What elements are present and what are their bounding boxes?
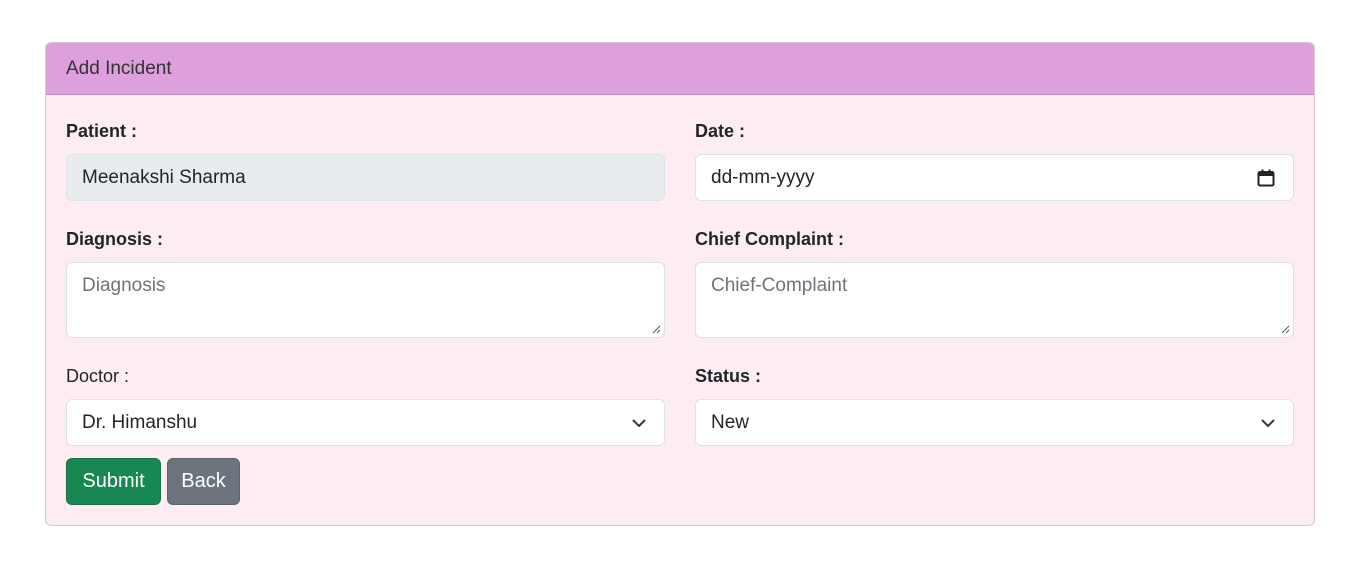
chevron-down-icon [632,419,646,427]
chevron-down-icon [1261,419,1275,427]
diagnosis-textarea[interactable]: Diagnosis [66,262,665,338]
status-label: Status : [695,366,762,386]
card-title: Add Incident [66,57,172,79]
chief-complaint-textarea[interactable]: Chief-Complaint [695,262,1294,338]
back-button[interactable]: Back [167,458,240,505]
patient-label: Patient : [66,121,138,141]
calendar-icon[interactable] [1257,169,1275,187]
chief-complaint-label: Chief Complaint : [695,229,844,249]
resize-handle-icon[interactable] [1280,324,1290,334]
status-select[interactable]: New [695,399,1294,446]
resize-handle-icon[interactable] [651,324,661,334]
date-placeholder: dd-mm-yyyy [711,166,815,188]
patient-input: Meenakshi Sharma [66,154,665,201]
date-label: Date : [695,121,746,141]
diagnosis-label: Diagnosis : [66,229,164,249]
status-selected: New [711,411,750,433]
chief-complaint-placeholder: Chief-Complaint [711,275,848,296]
patient-value: Meenakshi Sharma [82,166,246,188]
doctor-select[interactable]: Dr. Himanshu [66,399,665,446]
doctor-label: Doctor : [66,366,130,386]
doctor-selected: Dr. Himanshu [82,411,198,433]
submit-button[interactable]: Submit [66,458,161,505]
add-incident-card: Add Incident Patient : Meenakshi Sharma … [45,42,1315,526]
date-input[interactable]: dd-mm-yyyy [695,154,1294,201]
diagnosis-placeholder: Diagnosis [82,275,166,296]
card-header: Add Incident [46,43,1314,95]
